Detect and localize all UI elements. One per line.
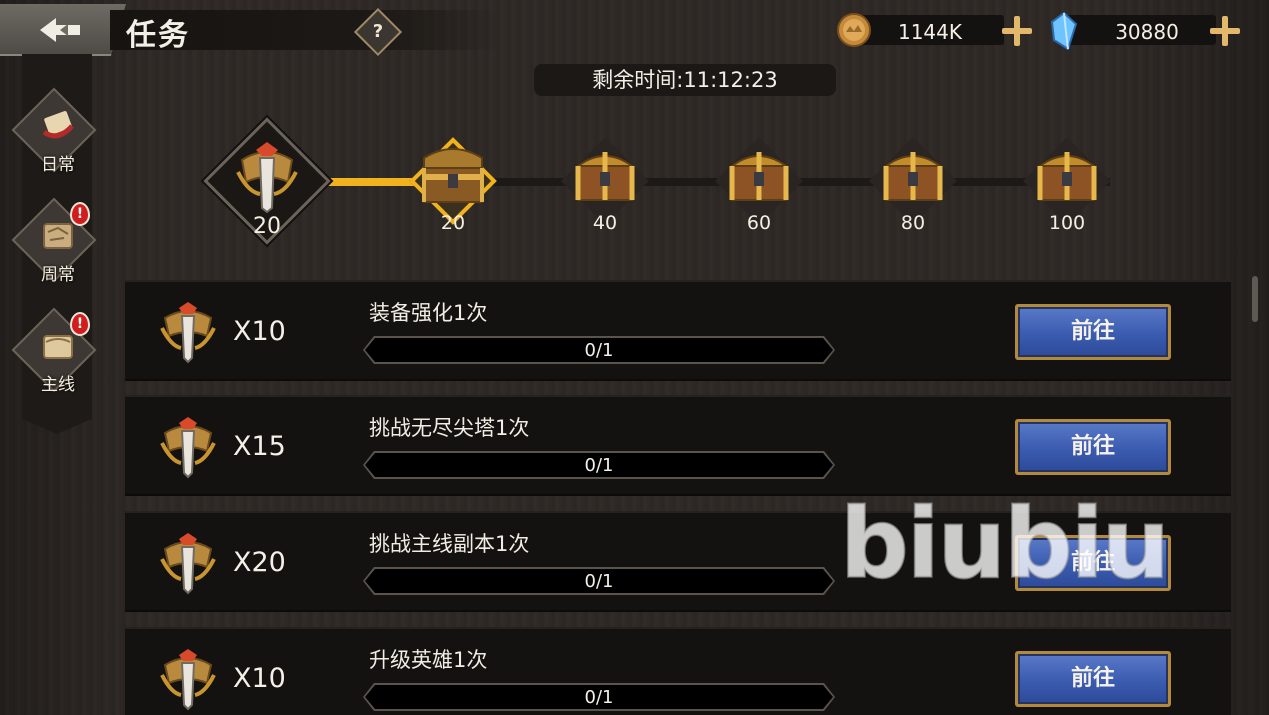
alert-icon: ! [70,312,90,336]
task-name: 装备强化1次 [369,301,488,325]
task-row: X10 升级英雄1次 0/1 前往 [125,627,1231,715]
task-progress-text: 0/1 [584,571,614,592]
back-button[interactable] [0,4,126,56]
gem-amount: 30880 [1115,20,1179,44]
chest-icon [728,152,790,201]
chest-reward-40[interactable]: 40 [550,130,660,240]
task-name: 升级英雄1次 [369,648,488,672]
milestone-label: 80 [900,212,926,234]
go-button[interactable]: 前往 [1015,304,1171,360]
activity-emblem-icon [160,649,216,711]
task-progress-text: 0/1 [584,687,614,708]
go-button[interactable]: 前往 [1015,651,1171,707]
question-icon: ? [372,21,384,42]
watermark: biubiu [839,487,1171,601]
activity-points: 20 [253,214,281,239]
back-arrow-icon [40,18,80,42]
task-row: X15 挑战无尽尖塔1次 0/1 前往 [125,395,1231,496]
activity-points-badge: 20 [203,117,331,245]
chest-reward-20[interactable]: 20 [398,130,508,240]
list-scrollbar[interactable] [1252,276,1258,322]
milestone-label: 60 [746,212,772,234]
task-reward: X20 [233,547,286,578]
activity-emblem-icon [236,142,298,214]
tab-label: 周常 [41,265,75,285]
activity-emblem-icon [160,533,216,595]
task-name: 挑战主线副本1次 [369,532,530,556]
tab-label: 日常 [41,155,75,175]
top-bar: 任务 ? 1144K 30880 [0,0,1269,62]
task-reward: X10 [233,663,286,694]
gem-display: 30880 [1048,12,1258,50]
add-gold-button[interactable] [998,12,1034,48]
alert-icon: ! [70,202,90,226]
task-progress-text: 0/1 [584,455,614,476]
gem-icon [1050,12,1078,50]
remaining-time: 剩余时间:11:12:23 [534,64,836,96]
scroll-icon [42,111,74,139]
chest-reward-60[interactable]: 60 [704,130,814,240]
gold-coin-icon [837,13,871,47]
chest-icon [882,152,944,201]
page-title: 任务 [126,18,190,53]
add-gem-button[interactable] [1206,12,1242,48]
task-row: X10 装备强化1次 0/1 前往 [125,280,1231,381]
chest-icon [1036,152,1098,201]
task-progress-text: 0/1 [584,340,614,361]
tab-label: 主线 [41,375,75,395]
task-reward: X15 [233,431,286,462]
go-button[interactable]: 前往 [1015,419,1171,475]
milestone-label: 40 [592,212,618,234]
milestone-label: 100 [1048,212,1086,234]
tab-main[interactable]: 主线 ! [11,307,102,402]
tab-weekly[interactable]: 周常 ! [11,197,102,292]
chest-reward-80[interactable]: 80 [858,130,968,240]
open-chest-icon [422,148,484,203]
gold-display: 1144K [836,12,1036,48]
chest-icon [574,152,636,201]
activity-emblem-icon [160,417,216,479]
activity-emblem-icon [160,302,216,364]
milestone-label: 20 [440,212,466,234]
chest-reward-100[interactable]: 100 [1012,130,1122,240]
tab-daily[interactable]: 日常 [11,87,102,182]
gold-amount: 1144K [897,20,962,44]
task-reward: X10 [233,316,286,347]
task-name: 挑战无尽尖塔1次 [369,416,530,440]
